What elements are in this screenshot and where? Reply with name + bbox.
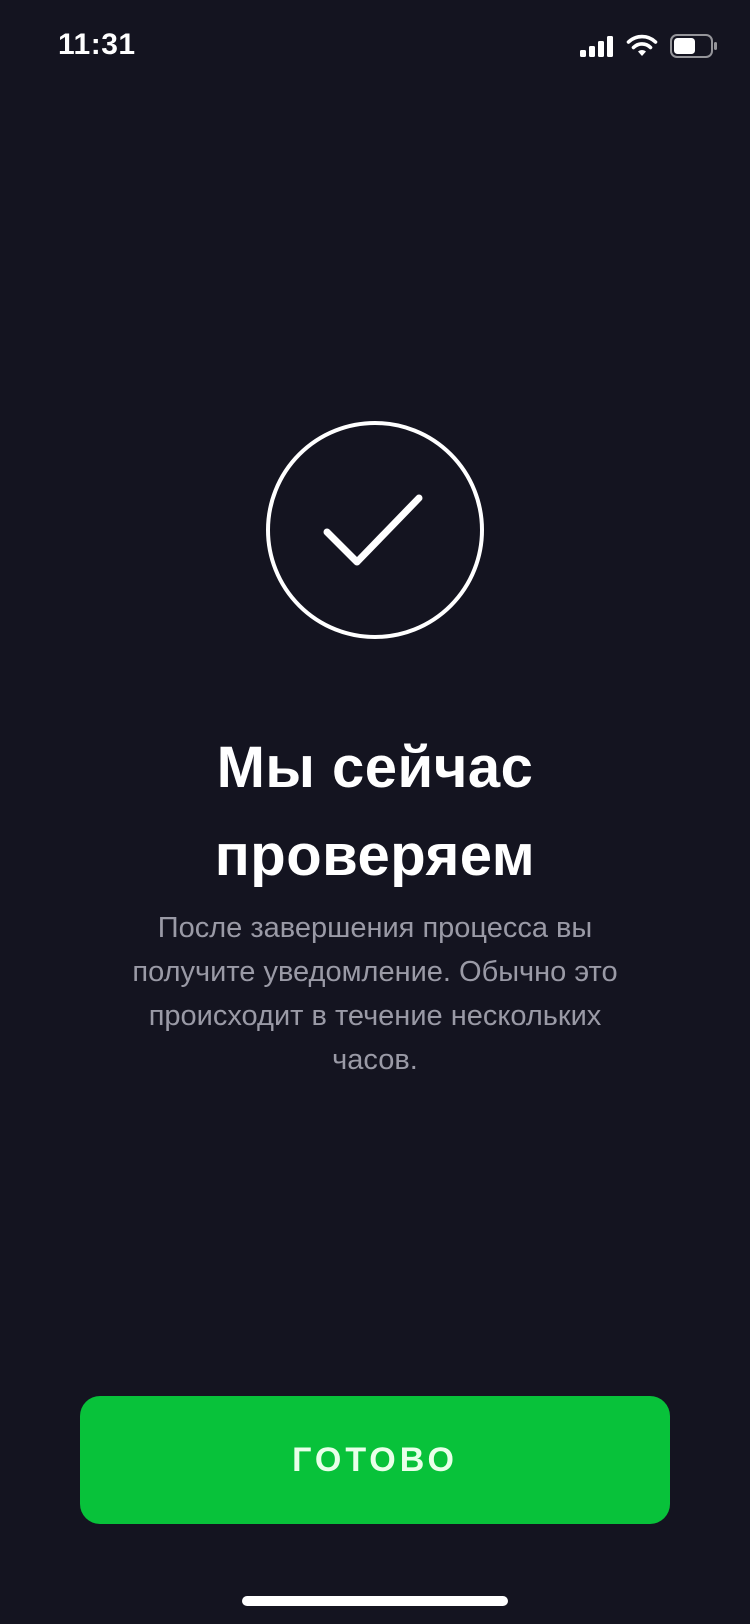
page-title: Мы сейчас проверяем bbox=[75, 724, 675, 900]
title-line: проверяем bbox=[214, 823, 536, 888]
description-line: происходит в течение нескольких bbox=[148, 1000, 602, 1032]
checkmark-circle-icon bbox=[265, 420, 485, 640]
description-line: часов. bbox=[332, 1044, 418, 1076]
verification-screen: Мы сейчас проверяем После завершения про… bbox=[0, 0, 750, 1624]
done-button-label: ГОТОВО bbox=[292, 1440, 458, 1479]
description-line: После завершения процесса вы bbox=[157, 912, 593, 944]
title-line: Мы сейчас bbox=[216, 735, 534, 800]
description-text: После завершения процесса вы получите ув… bbox=[95, 906, 655, 1082]
done-button[interactable]: ГОТОВО bbox=[80, 1396, 670, 1524]
description-line: получите уведомление. Обычно это bbox=[132, 956, 618, 988]
home-indicator[interactable] bbox=[242, 1596, 508, 1606]
